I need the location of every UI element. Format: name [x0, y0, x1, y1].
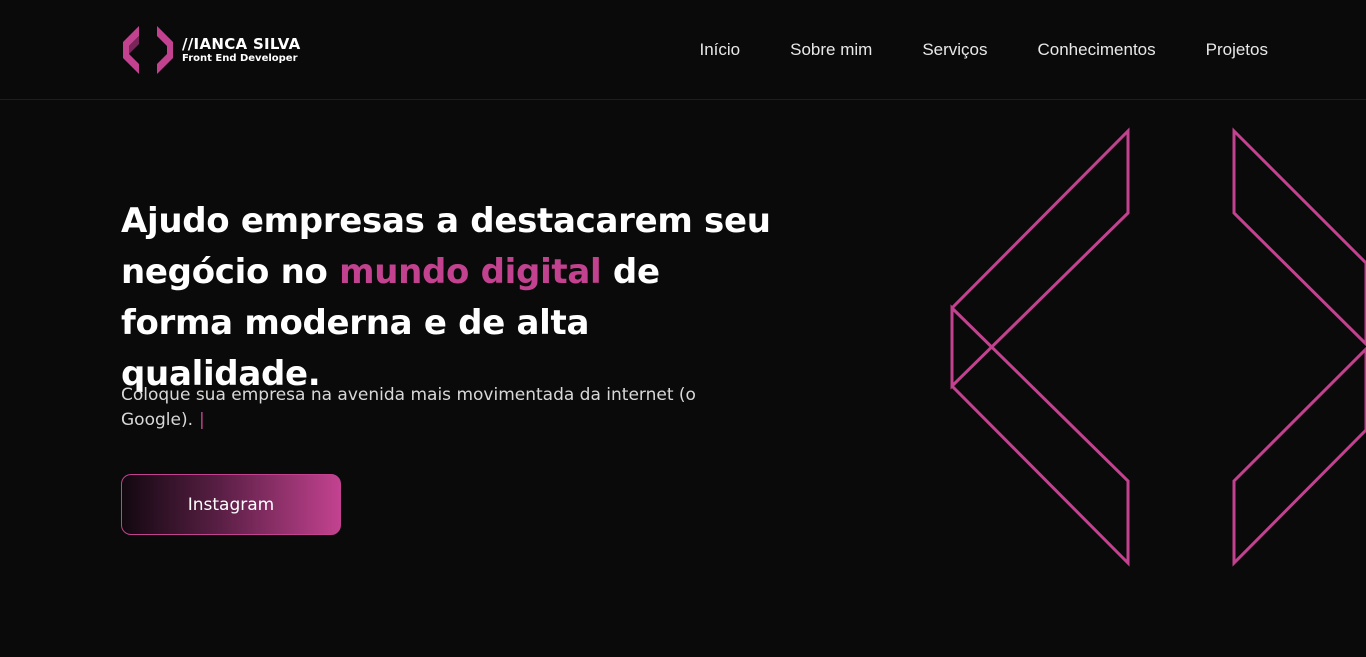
hero-headline: Ajudo empresas a destacarem seu negócio … [121, 196, 781, 400]
hero-subtext: Coloque sua empresa na avenida mais movi… [121, 383, 761, 433]
code-brackets-icon [950, 127, 1366, 567]
code-brackets-logo-icon [123, 26, 173, 74]
nav-item-sobre-mim[interactable]: Sobre mim [790, 38, 872, 62]
nav-item-projetos[interactable]: Projetos [1206, 38, 1268, 62]
nav-item-conhecimentos[interactable]: Conhecimentos [1038, 38, 1156, 62]
typing-cursor: | [198, 410, 205, 430]
site-header: //IANCA SILVA Front End Developer Início… [0, 0, 1366, 100]
subtext-copy: Coloque sua empresa na avenida mais movi… [121, 385, 696, 430]
page: //IANCA SILVA Front End Developer Início… [0, 0, 1366, 657]
nav-item-servicos[interactable]: Serviços [922, 38, 987, 62]
main-nav: Início Sobre mim Serviços Conhecimentos … [699, 38, 1268, 62]
brand-tagline: Front End Developer [182, 52, 298, 64]
brand-name: //IANCA SILVA [182, 34, 301, 53]
instagram-button[interactable]: Instagram [121, 474, 341, 535]
brand-logo[interactable]: //IANCA SILVA Front End Developer [121, 24, 301, 76]
headline-accent: mundo digital [339, 252, 602, 292]
brand-text: //IANCA SILVA Front End Developer [182, 34, 301, 65]
nav-item-inicio[interactable]: Início [699, 38, 740, 62]
